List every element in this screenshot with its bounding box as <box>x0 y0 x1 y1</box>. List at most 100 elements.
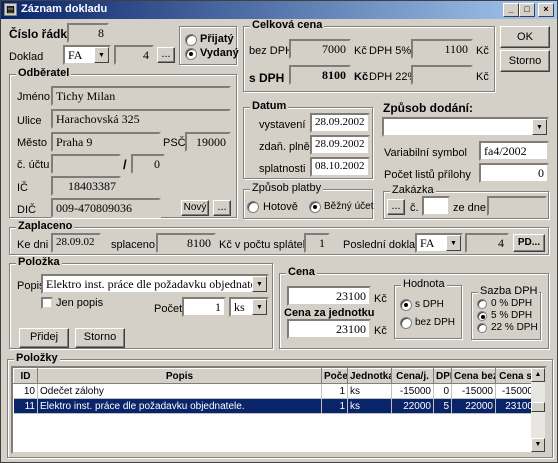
quantity-field[interactable]: 1 <box>182 297 226 317</box>
total-incl-vat-field[interactable]: 8100 <box>289 65 351 85</box>
payment-document-button[interactable]: PD... <box>513 234 545 252</box>
city-field[interactable]: Praha 9 <box>51 132 161 152</box>
column-header[interactable]: Počet <box>321 368 348 384</box>
attachment-count-field[interactable]: 0 <box>479 163 549 183</box>
currency-label: Kč <box>374 325 387 337</box>
document-type-value: FA <box>68 48 83 62</box>
account-field[interactable] <box>51 154 121 174</box>
incl-vat-radio[interactable] <box>400 299 412 311</box>
chevron-down-icon[interactable]: ▼ <box>532 119 547 135</box>
chevron-down-icon[interactable]: ▼ <box>94 47 109 63</box>
cash-radio[interactable] <box>247 201 259 213</box>
paid-date-label: Ke dni <box>17 239 49 251</box>
taxable-date-field[interactable]: 28.09.2002 <box>310 135 370 155</box>
installments-field[interactable]: 1 <box>304 233 330 253</box>
cell-description: Odečet zálohy <box>37 383 322 399</box>
column-header[interactable]: Jednotka <box>347 368 392 384</box>
total-excl-vat-field[interactable]: 7000 <box>289 39 351 59</box>
cancel-item-button[interactable]: Storno <box>75 328 125 348</box>
vat0-label: 0 % DPH <box>491 298 533 309</box>
tax-id-field[interactable]: 009-470809036 <box>51 198 161 218</box>
order-number-field[interactable] <box>422 196 450 216</box>
excl-vat-radio[interactable] <box>400 317 412 329</box>
table-row-selected[interactable]: 11 Elektro inst. práce dle požadavku obj… <box>13 398 536 414</box>
currency-label: Kč <box>476 45 489 57</box>
cell-price-incl: -15000 <box>495 383 536 399</box>
bank-account-label: Běžný účet <box>324 201 374 212</box>
received-radio[interactable] <box>185 34 197 46</box>
order-browse-button[interactable]: ... <box>387 199 405 215</box>
minimize-button[interactable]: _ <box>503 3 519 17</box>
cell-vat: 0 <box>433 383 452 399</box>
unit-price-field[interactable]: 23100 <box>287 319 371 339</box>
vat0-radio[interactable] <box>477 299 487 309</box>
excl-vat-label: bez DPH <box>415 317 456 328</box>
currency-label: Kč <box>476 71 489 83</box>
bank-account-radio[interactable] <box>309 201 321 213</box>
column-header[interactable]: ID <box>13 368 38 384</box>
column-header[interactable]: Popis <box>37 368 322 384</box>
vat5-label: DPH 5% <box>369 45 412 57</box>
chevron-down-icon[interactable]: ▼ <box>446 235 461 251</box>
delivery-method-label: Způsob dodání: <box>383 101 473 115</box>
order-date-field[interactable] <box>487 196 547 216</box>
cell-price-excl: -15000 <box>451 383 496 399</box>
company-id-field[interactable]: 18403387 <box>51 176 121 196</box>
price-field[interactable]: 23100 <box>287 286 371 306</box>
customer-browse-button[interactable]: ... <box>213 200 231 216</box>
document-browse-button[interactable]: ... <box>157 47 175 63</box>
document-number-field[interactable]: 4 <box>114 45 154 65</box>
due-date-label: splatnosti <box>259 163 306 175</box>
document-type-select[interactable]: FA ▼ <box>63 45 111 65</box>
bank-code-field[interactable]: 0 <box>131 154 165 174</box>
currency-label: Kč <box>354 45 367 57</box>
chevron-down-icon[interactable]: ▼ <box>252 299 267 315</box>
unit-value: ks <box>234 300 245 314</box>
ok-button[interactable]: OK <box>500 26 550 48</box>
vat5-field[interactable]: 1100 <box>411 39 473 59</box>
issue-date-field[interactable]: 28.09.2002 <box>310 113 370 133</box>
cancel-button[interactable]: Storno <box>500 50 550 72</box>
paid-amount-field[interactable]: 8100 <box>156 233 216 253</box>
vat22-radio[interactable] <box>477 323 487 333</box>
issued-radio[interactable] <box>185 48 197 60</box>
maximize-button[interactable]: □ <box>519 3 535 17</box>
column-header[interactable]: Cena/j. <box>391 368 434 384</box>
scroll-up-icon[interactable]: ▲ <box>531 368 545 382</box>
vat22-field[interactable] <box>411 65 473 85</box>
city-label: Město <box>17 137 47 149</box>
value-type-group: Hodnota <box>394 278 462 339</box>
cell-unit: ks <box>347 383 392 399</box>
zip-field[interactable]: 19000 <box>185 132 231 152</box>
cell-unit-price: -15000 <box>391 383 434 399</box>
close-button[interactable]: × <box>538 3 554 17</box>
currency-label: Kč <box>354 71 369 83</box>
street-field[interactable]: Harachovská 325 <box>51 109 231 129</box>
unit-select[interactable]: ks ▼ <box>229 297 269 317</box>
delivery-method-select[interactable]: ▼ <box>382 117 549 137</box>
column-header[interactable]: Cena s <box>495 368 536 384</box>
vertical-scrollbar[interactable]: ▲ ▼ <box>531 368 545 452</box>
order-title: Zakázka <box>390 184 436 196</box>
scroll-down-icon[interactable]: ▼ <box>531 438 545 452</box>
chevron-down-icon[interactable]: ▼ <box>252 276 267 292</box>
add-item-button[interactable]: Přidej <box>19 328 69 348</box>
street-label: Ulice <box>17 115 42 127</box>
due-date-field[interactable]: 08.10.2002 <box>310 157 370 177</box>
vat5-radio[interactable] <box>477 311 487 321</box>
description-select[interactable]: Elektro inst. práce dle požadavku objedn… <box>41 274 269 294</box>
description-only-checkbox[interactable] <box>41 297 53 309</box>
column-header[interactable]: Cena bez <box>451 368 496 384</box>
table-row[interactable]: 10 Odečet zálohy 1 ks -15000 0 -15000 -1… <box>13 383 536 399</box>
vat5-rate-label: 5 % DPH <box>491 310 533 321</box>
column-header[interactable]: DPH <box>433 368 452 384</box>
variable-symbol-field[interactable]: fa4/2002 <box>479 141 549 161</box>
total-incl-vat-label: s DPH <box>249 71 285 85</box>
row-number-field[interactable]: 8 <box>67 23 109 43</box>
last-document-number-field[interactable]: 4 <box>465 233 509 253</box>
name-field[interactable]: Tichy Milan <box>51 86 231 106</box>
last-document-type-select[interactable]: FA ▼ <box>415 233 463 253</box>
scroll-thumb[interactable] <box>531 402 545 412</box>
new-customer-button[interactable]: Nový <box>181 200 209 216</box>
paid-date-field[interactable]: 28.09.02 <box>51 233 101 253</box>
